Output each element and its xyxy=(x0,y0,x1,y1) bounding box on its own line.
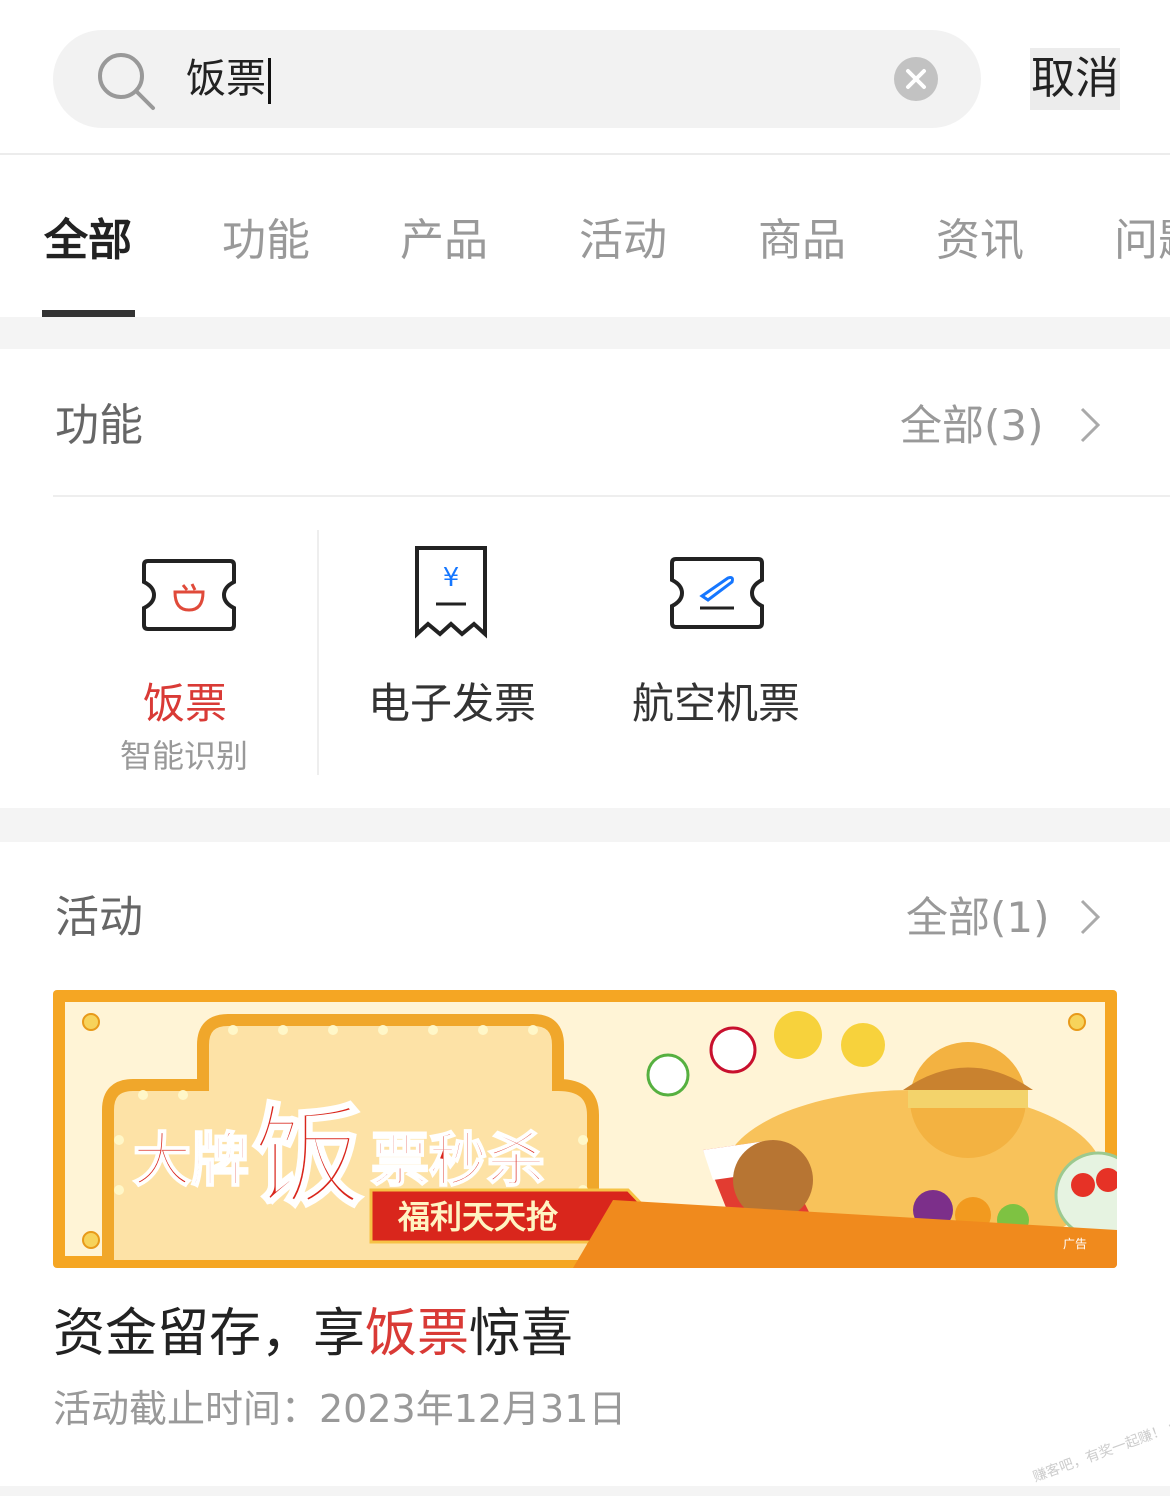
tab-activity[interactable]: 活动 xyxy=(579,213,667,269)
tab-function[interactable]: 功能 xyxy=(222,213,310,269)
air-ticket-icon xyxy=(670,557,764,629)
active-tab-indicator xyxy=(42,310,135,317)
search-input[interactable]: 饭票 xyxy=(186,52,271,106)
banner-ribbon-text: 福利天天抢 xyxy=(397,1198,559,1236)
tab-goods[interactable]: 商品 xyxy=(758,213,846,269)
clear-icon[interactable] xyxy=(893,56,939,102)
chevron-right-icon[interactable] xyxy=(1076,405,1104,445)
activity-banner[interactable]: 广告 大牌 饭 票秒杀 福利天天抢 xyxy=(53,990,1117,1268)
top-bar: 饭票 取消 xyxy=(0,0,1170,155)
function-item-label: 航空机票 xyxy=(632,679,801,728)
section-gap xyxy=(0,1486,1170,1496)
activity-title[interactable]: 资金留存，享饭票惊喜 xyxy=(53,1300,573,1368)
tab-news[interactable]: 资讯 xyxy=(936,213,1024,269)
function-item-sublabel: 智能识别 xyxy=(120,737,249,775)
function-item-label: 饭票 xyxy=(143,679,228,728)
section-gap xyxy=(0,808,1170,842)
watermark: 赚客吧，有奖一起赚！ www.zuanke8.com xyxy=(1030,1376,1170,1486)
banner-headline-2: 票秒杀 xyxy=(371,1126,545,1194)
banner-headline-1: 大牌 xyxy=(133,1126,249,1194)
divider xyxy=(53,495,1170,497)
chevron-right-icon[interactable] xyxy=(1076,897,1104,937)
activity-deadline: 活动截止时间：2023年12月31日 xyxy=(53,1387,627,1431)
banner-image: 广告 大牌 饭 票秒杀 福利天天抢 xyxy=(53,990,1117,1268)
tab-all[interactable]: 全部 xyxy=(44,213,132,269)
section-gap xyxy=(0,317,1170,349)
search-box[interactable]: 饭票 xyxy=(53,30,981,128)
vertical-divider xyxy=(317,530,319,775)
category-tabs: 全部 功能 产品 活动 商品 资讯 问题 xyxy=(0,155,1170,317)
tab-product[interactable]: 产品 xyxy=(400,213,488,269)
cancel-button[interactable]: 取消 xyxy=(1030,48,1120,110)
function-see-all-link[interactable]: 全部(3) xyxy=(900,398,1044,454)
activity-section-title: 活动 xyxy=(55,892,143,943)
function-section-title: 功能 xyxy=(55,400,143,451)
text-caret xyxy=(268,58,271,104)
banner-headline-big: 饭 xyxy=(253,1093,363,1221)
e-invoice-icon: ¥ xyxy=(415,546,487,639)
banner-ad-tag: 广告 xyxy=(1063,1237,1087,1251)
svg-text:¥: ¥ xyxy=(443,563,460,593)
function-item-label: 电子发票 xyxy=(368,679,537,728)
meal-ticket-icon xyxy=(142,559,236,631)
activity-see-all-link[interactable]: 全部(1) xyxy=(906,890,1050,946)
search-icon xyxy=(98,53,155,110)
tab-questions[interactable]: 问题 xyxy=(1114,213,1170,269)
